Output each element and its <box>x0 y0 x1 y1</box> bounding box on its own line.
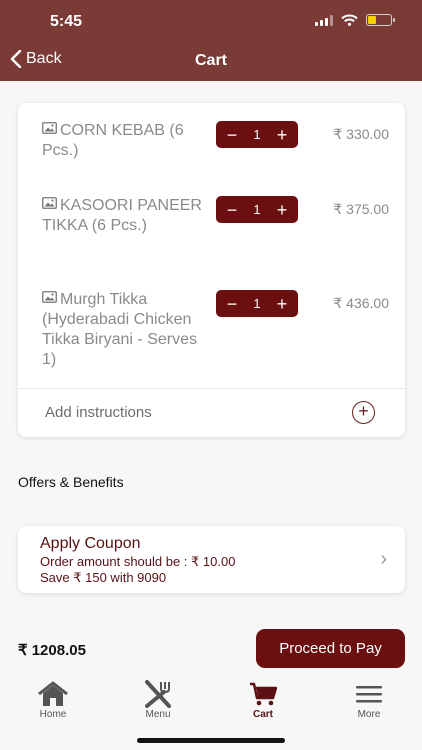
tab-menu[interactable]: Menu <box>118 679 198 720</box>
coupon-savings: Save ₹ 150 with 9090 <box>40 570 167 585</box>
tab-home[interactable]: Home <box>13 679 93 720</box>
divider <box>18 388 405 389</box>
quantity-stepper: − 1 + <box>216 196 298 223</box>
item-price: ₹ 436.00 <box>333 295 389 311</box>
add-instructions-label[interactable]: Add instructions <box>45 404 152 421</box>
increment-button[interactable]: + <box>274 201 290 219</box>
quantity-value: 1 <box>253 127 261 142</box>
item-name: Murgh Tikka (Hyderabadi Chicken Tikka Bi… <box>42 291 197 368</box>
increment-button[interactable]: + <box>274 126 290 144</box>
home-icon <box>38 681 68 706</box>
quantity-stepper: − 1 + <box>216 290 298 317</box>
tab-more[interactable]: More <box>329 679 409 720</box>
header: 5:45 Back Cart <box>0 0 422 81</box>
item-price: ₹ 330.00 <box>333 126 389 142</box>
image-placeholder-icon <box>42 197 57 209</box>
menu-lines-icon <box>356 686 382 703</box>
proceed-to-pay-button[interactable]: Proceed to Pay <box>256 629 405 668</box>
wifi-icon <box>341 14 358 26</box>
page-title: Cart <box>194 52 227 69</box>
home-indicator <box>137 738 285 743</box>
tab-label: Home <box>39 709 67 720</box>
cart-card: CORN KEBAB (6 Pcs.) − 1 + ₹ 330.00 KASOO… <box>18 103 405 437</box>
item-price: ₹ 375.00 <box>333 201 389 217</box>
offers-title: Offers & Benefits <box>18 474 124 490</box>
item-name: KASOORI PANEER TIKKA (6 Pcs.) <box>42 197 202 234</box>
coupon-title: Apply Coupon <box>40 535 141 552</box>
quantity-value: 1 <box>253 202 261 217</box>
chevron-right-icon: › <box>380 548 387 570</box>
coupon-condition: Order amount should be : ₹ 10.00 <box>40 554 236 569</box>
tab-label: Cart <box>252 709 273 720</box>
tab-label: Menu <box>145 709 171 720</box>
tab-label: More <box>357 709 381 720</box>
increment-button[interactable]: + <box>274 295 290 313</box>
tab-cart[interactable]: Cart <box>223 679 303 720</box>
decrement-button[interactable]: − <box>224 126 240 144</box>
add-circle-icon[interactable]: + <box>352 401 375 424</box>
decrement-button[interactable]: − <box>224 201 240 219</box>
item-name: CORN KEBAB (6 Pcs.) <box>42 122 184 159</box>
image-placeholder-icon <box>42 291 57 303</box>
cart-icon <box>250 682 277 706</box>
status-time: 5:45 <box>50 13 83 30</box>
status-icons <box>315 14 395 26</box>
apply-coupon-card[interactable]: Apply Coupon Order amount should be : ₹ … <box>18 526 405 593</box>
quantity-stepper: − 1 + <box>216 121 298 148</box>
cart-total: ₹ 1208.05 <box>18 642 86 659</box>
signal-icon <box>315 14 333 26</box>
cutlery-icon <box>145 680 171 708</box>
decrement-button[interactable]: − <box>224 295 240 313</box>
quantity-value: 1 <box>253 296 261 311</box>
image-placeholder-icon <box>42 122 57 134</box>
battery-icon <box>366 14 395 26</box>
